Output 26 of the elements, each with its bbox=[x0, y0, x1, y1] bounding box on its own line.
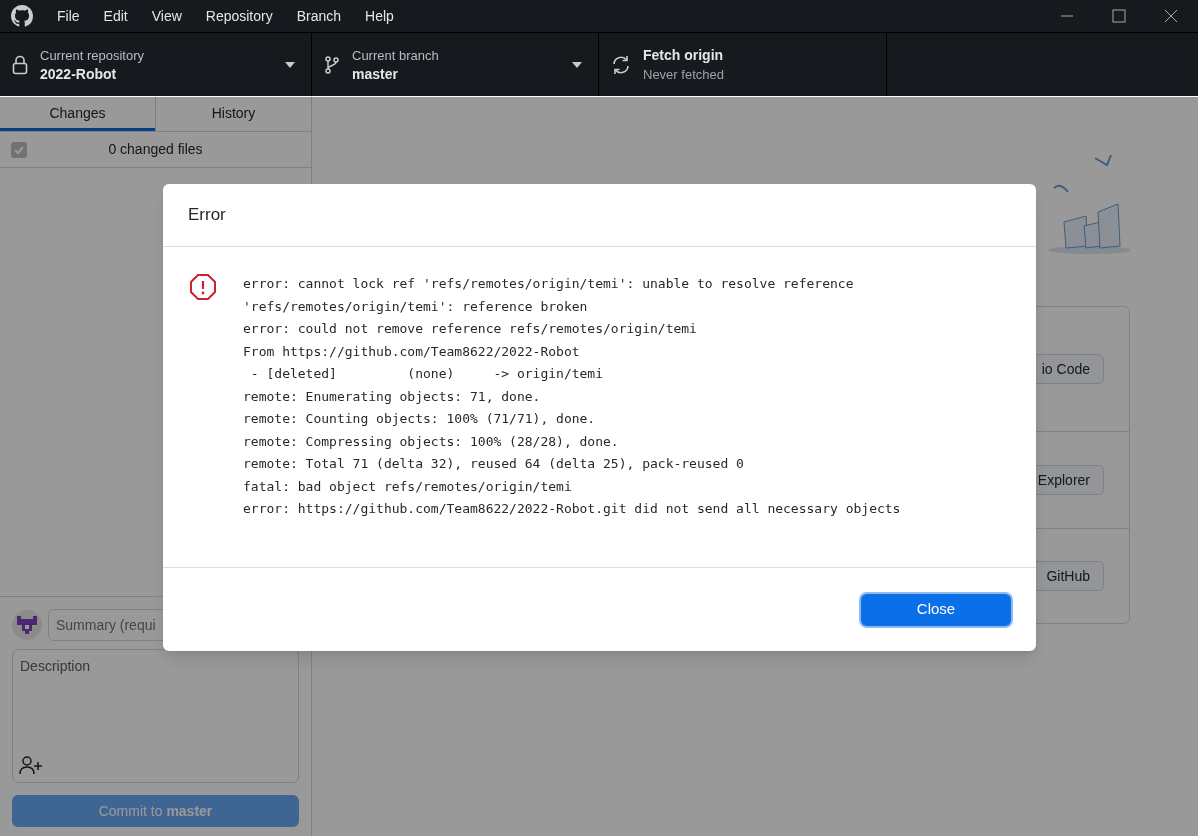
error-icon bbox=[189, 273, 217, 301]
lock-icon bbox=[12, 54, 28, 75]
menu-item[interactable]: View bbox=[139, 5, 194, 27]
dialog-title: Error bbox=[188, 204, 226, 227]
error-message: error: cannot lock ref 'refs/remotes/origin/temi': unable to resolve reference 'refs/remotes/origin/temi': reference broken error: could not remove reference refs/remotes/origin/temi From https://github.com/Team8622/2022-Robot - [deleted] (none) -> origin/temi remote: Enumerating objects: 71, done. remote: Counting objects: 100% (71/71), done. remote: Compressing objects: 100% (28/28), done. remote: Total 71 (delta 32), reused 64 (delta 25), pack-reused 0 fatal: bad object refs/remotes/origin/temi error: https://github.com/Team8622/2022-Robot.git did not send all necessary objects bbox=[243, 275, 901, 518]
menu-item[interactable]: Branch bbox=[284, 5, 354, 27]
close-icon[interactable] bbox=[1164, 9, 1178, 23]
caret-icon bbox=[285, 61, 295, 68]
menu-item[interactable]: Repository bbox=[193, 5, 285, 27]
close-button[interactable]: Close bbox=[861, 593, 1011, 626]
tab[interactable]: Changes bbox=[0, 96, 155, 131]
branch-icon bbox=[324, 54, 340, 75]
avatar-icon bbox=[12, 610, 42, 640]
checkbox[interactable] bbox=[11, 141, 27, 158]
menu-item[interactable]: Help bbox=[353, 5, 406, 27]
checkmark-icon bbox=[14, 144, 24, 155]
description-field[interactable]: Description bbox=[12, 649, 299, 783]
changed-files-count: 0 changed files bbox=[107, 140, 204, 159]
caret-icon bbox=[572, 61, 582, 68]
menu-item[interactable]: File bbox=[45, 5, 92, 27]
menu-item[interactable]: Edit bbox=[91, 5, 140, 27]
maximize-icon[interactable] bbox=[1112, 9, 1126, 23]
add-person-icon[interactable] bbox=[19, 755, 43, 775]
sync-icon bbox=[611, 54, 631, 75]
github-logo-icon bbox=[11, 5, 33, 27]
tab[interactable]: History bbox=[155, 96, 311, 131]
